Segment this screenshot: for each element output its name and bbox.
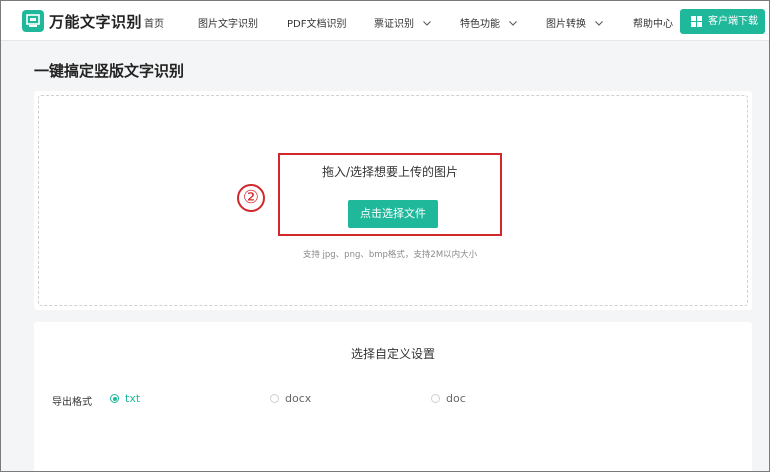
nav-item-home[interactable]: 首页 [144,15,164,30]
radio-doc[interactable] [431,394,440,403]
chevron-down-icon [423,21,432,26]
chevron-down-icon [595,21,604,26]
nav-item-ticket-ocr[interactable]: 票证识别 [374,15,432,30]
nav-item-image-convert[interactable]: 图片转换 [546,15,604,30]
settings-panel: 选择自定义设置 导出格式 txt docx doc [34,322,752,472]
upload-format-hint: 支持 jpg、png、bmp格式，支持2M以内大小 [302,250,478,260]
radio-label-doc[interactable]: doc [446,392,466,405]
page-title: 一键搞定竖版文字识别 [34,62,185,80]
nav-item-features[interactable]: 特色功能 [460,15,518,30]
annotation-step-number: ② [237,184,265,212]
settings-title: 选择自定义设置 [350,347,435,361]
logo-icon[interactable] [22,10,44,32]
windows-icon [691,16,702,27]
radio-label-docx[interactable]: docx [285,392,311,405]
nav-item-help[interactable]: 帮助中心 [633,15,673,30]
export-format-label: 导出格式 [52,397,92,408]
radio-txt[interactable] [110,394,119,403]
chevron-down-icon [509,21,518,26]
nav-item-image-ocr[interactable]: 图片文字识别 [198,15,258,30]
client-download-button[interactable]: 客户端下载 [680,9,765,34]
radio-label-txt[interactable]: txt [125,392,140,405]
radio-docx[interactable] [270,394,279,403]
nav-item-pdf-ocr[interactable]: PDF文档识别 [287,15,346,30]
top-navbar: 万能文字识别 首页 图片文字识别 PDF文档识别 票证识别 特色功能 图片转换 … [1,1,769,41]
upload-prompt: 拖入/选择想要上传的图片 [321,165,459,179]
brand-name[interactable]: 万能文字识别 [49,11,142,32]
choose-file-button[interactable]: 点击选择文件 [348,200,438,228]
